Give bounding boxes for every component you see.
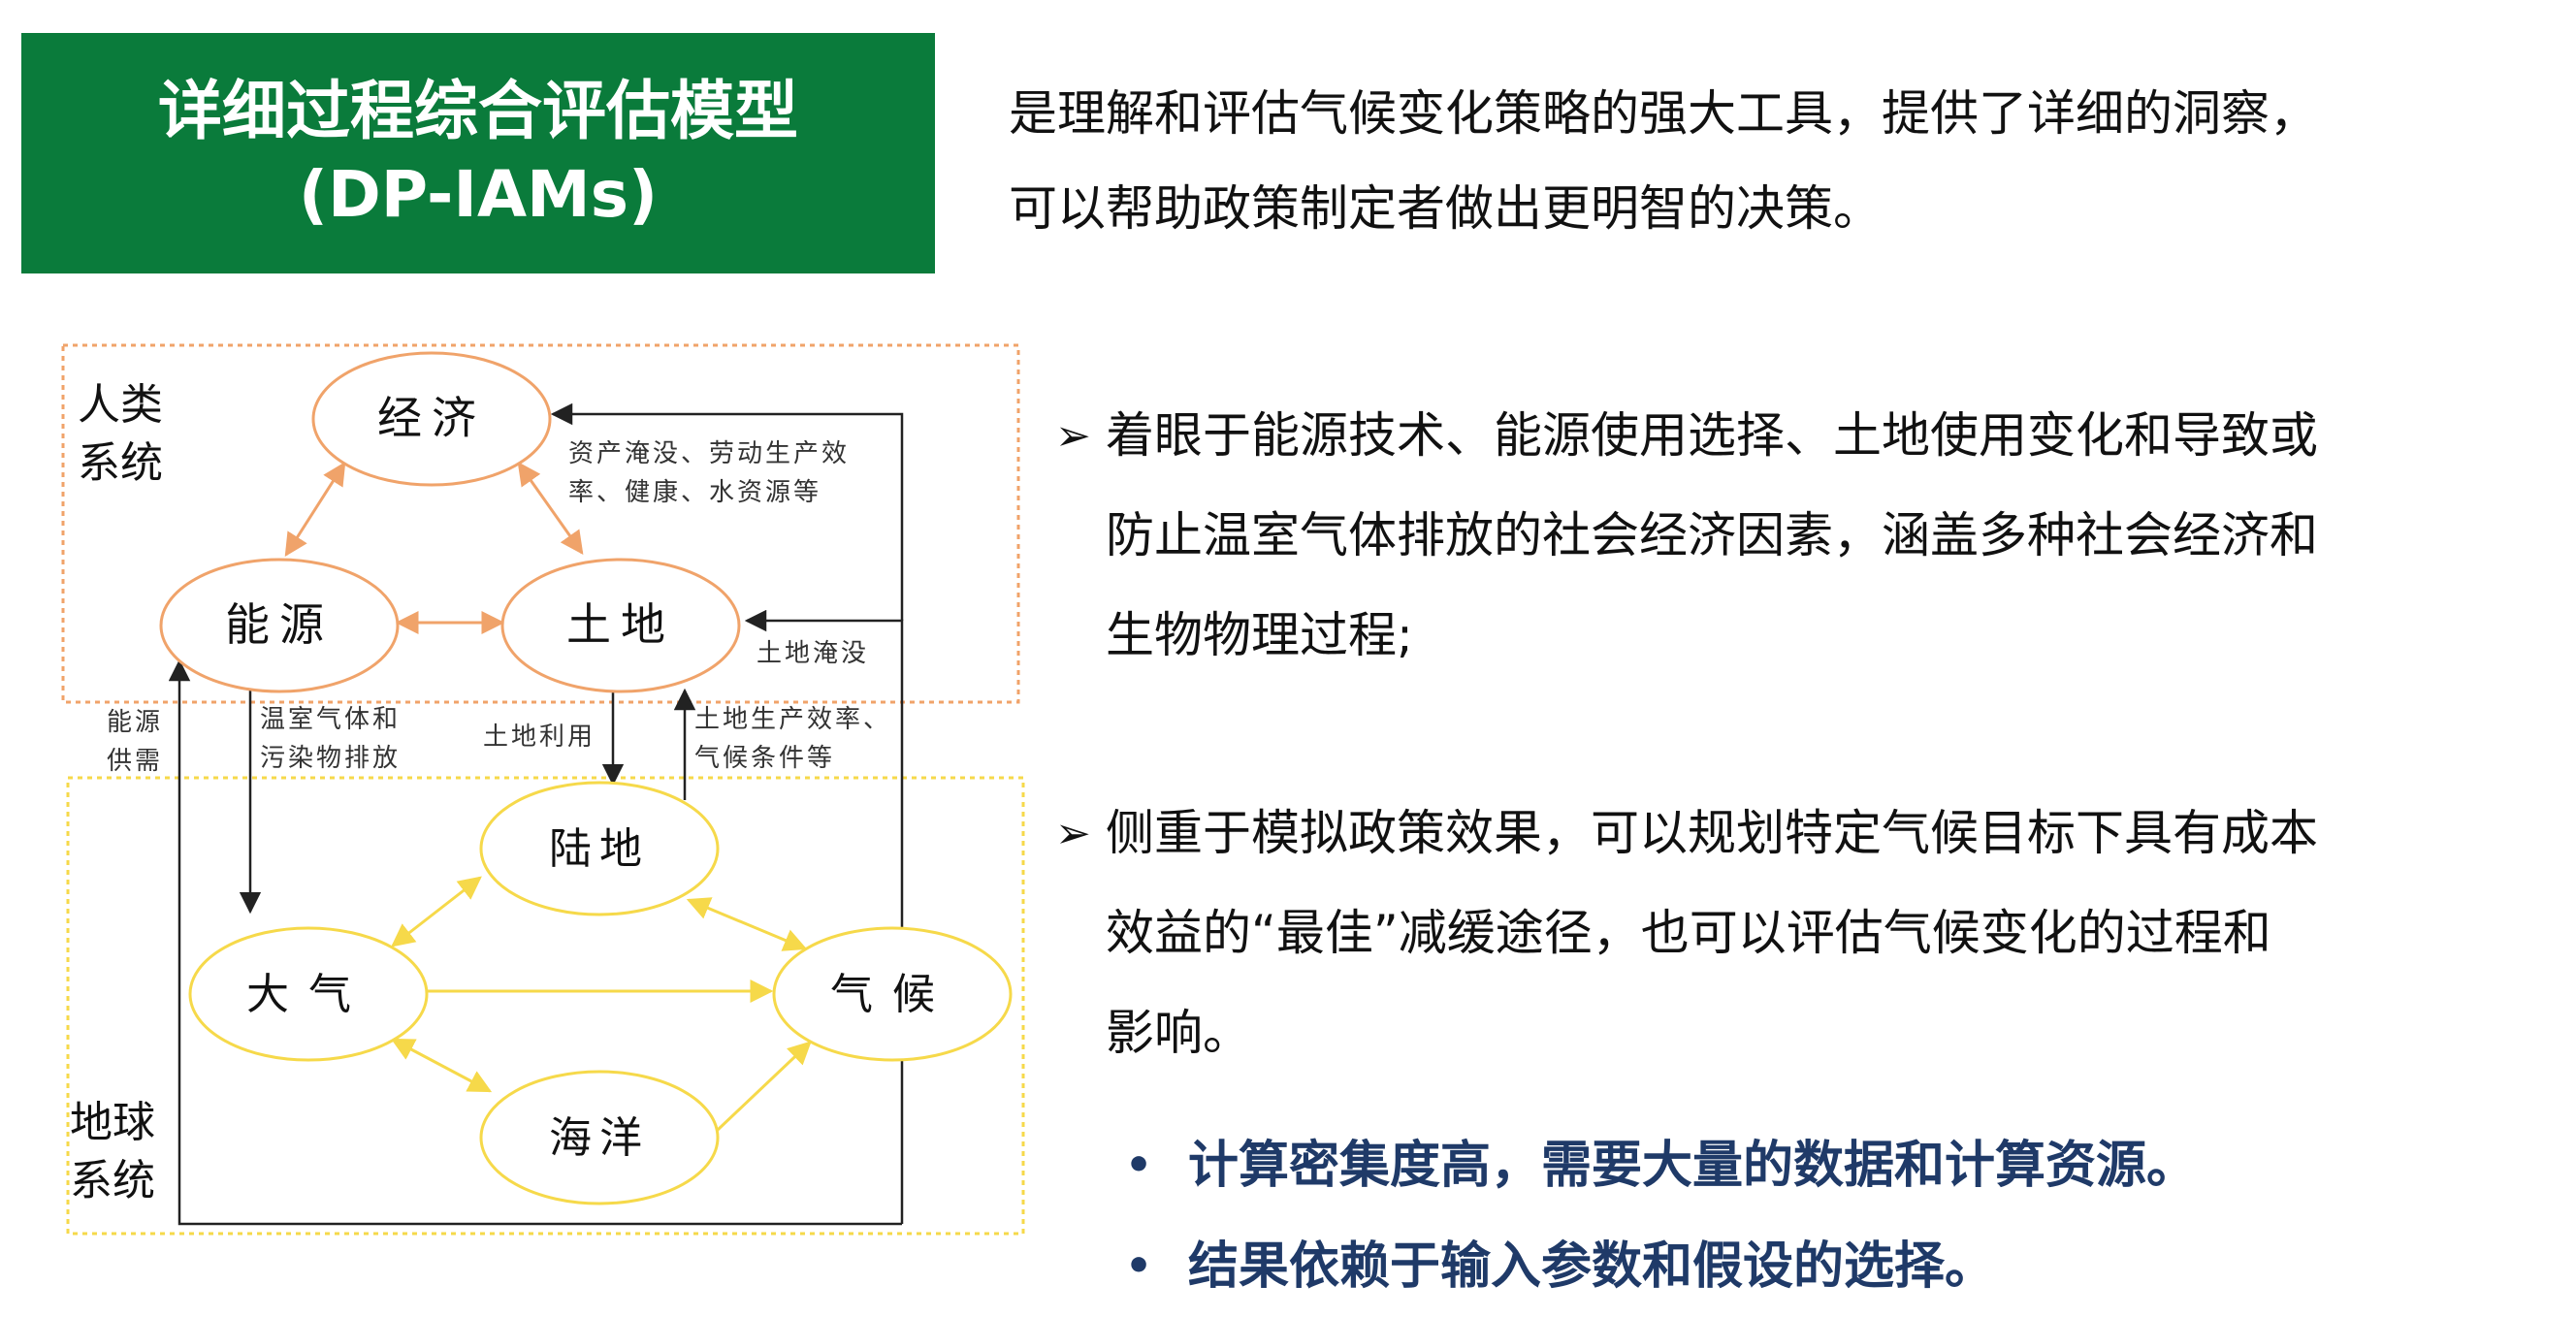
node-atmosphere-label: 大气 bbox=[246, 970, 370, 1019]
intro-text: 是理解和评估气候变化策略的强大工具，提供了详细的洞察， 可以帮助政策制定者做出更… bbox=[1009, 66, 2551, 256]
annotation-ghg-2: 污染物排放 bbox=[260, 744, 401, 773]
node-economy-label: 经济 bbox=[377, 392, 486, 444]
intro-line-2: 可以帮助政策制定者做出更明智的决策。 bbox=[1009, 180, 1882, 237]
key-point-2-text: 结果依赖于输入参数和假设的选择。 bbox=[1188, 1237, 1996, 1296]
bullet-2-line-1: 侧重于模拟政策效果，可以规划特定气候目标下具有成本 bbox=[1106, 805, 2318, 861]
annotation-land-productivity-2: 气候条件等 bbox=[694, 744, 835, 773]
annotation-land-flooding: 土地淹没 bbox=[757, 639, 869, 668]
arrow-bullet-icon: ➢ bbox=[1055, 809, 1091, 858]
annotation-energy-supply-1: 能源 bbox=[107, 708, 163, 737]
node-ocean-label: 海洋 bbox=[549, 1113, 650, 1163]
key-point-1: • 计算密集度高，需要大量的数据和计算资源。 bbox=[1125, 1115, 2197, 1216]
ocean-climate-arrow bbox=[716, 1041, 812, 1132]
key-point-1-text: 计算密集度高，需要大量的数据和计算资源。 bbox=[1188, 1137, 2198, 1195]
annotation-land-productivity-1: 土地生产效率、 bbox=[694, 705, 891, 734]
dot-bullet-icon: • bbox=[1125, 1140, 1153, 1190]
land-climate-arrow bbox=[686, 897, 808, 951]
bullet-1-line-3: 生物物理过程; bbox=[1106, 607, 1413, 663]
bullet-2-line-3: 影响。 bbox=[1106, 1005, 1251, 1061]
dot-bullet-icon: • bbox=[1125, 1241, 1153, 1291]
annotation-land-use: 土地利用 bbox=[483, 723, 596, 752]
node-land-label: 土地 bbox=[566, 598, 675, 651]
earth-system-label-1: 地球 bbox=[70, 1098, 155, 1147]
annotation-asset-loss-2: 率、健康、水资源等 bbox=[568, 478, 821, 507]
annotation-ghg-1: 温室气体和 bbox=[260, 705, 401, 734]
key-point-2: • 结果依赖于输入参数和假设的选择。 bbox=[1125, 1216, 2197, 1317]
bullet-2-line-2: 效益的“最佳”减缓途径，也可以评估气候变化的过程和 bbox=[1106, 905, 2271, 961]
arrow-bullet-icon: ➢ bbox=[1055, 411, 1091, 461]
atmosphere-ocean-arrow bbox=[390, 1038, 493, 1093]
intro-line-1: 是理解和评估气候变化策略的强大工具，提供了详细的洞察， bbox=[1009, 85, 2318, 142]
bullet-1-line-1: 着眼于能源技术、能源使用选择、土地使用变化和导致或 bbox=[1106, 407, 2318, 464]
economy-energy-arrow bbox=[284, 461, 346, 558]
node-energy-label: 能源 bbox=[225, 598, 334, 651]
key-points: • 计算密集度高，需要大量的数据和计算资源。 • 结果依赖于输入参数和假设的选择… bbox=[1125, 1115, 2197, 1317]
bullet-item-2: ➢ 侧重于模拟政策效果，可以规划特定气候目标下具有成本 效益的“最佳”减缓途径，… bbox=[1055, 784, 2318, 1083]
node-climate-label: 气候 bbox=[830, 970, 954, 1019]
land-atmosphere-arrow bbox=[391, 876, 482, 948]
bullet-1-line-2: 防止温室气体排放的社会经济因素，涵盖多种社会经济和 bbox=[1106, 507, 2318, 563]
annotation-asset-loss-1: 资产淹没、劳动生产效 bbox=[568, 439, 850, 468]
economy-land-arrow bbox=[517, 462, 584, 555]
earth-system-label-2: 系统 bbox=[70, 1156, 155, 1205]
node-land-surface-label: 陆地 bbox=[549, 824, 650, 874]
bullet-item-1: ➢ 着眼于能源技术、能源使用选择、土地使用变化和导致或 防止温室气体排放的社会经… bbox=[1055, 386, 2318, 686]
human-system-label-2: 系统 bbox=[78, 438, 163, 488]
annotation-energy-supply-2: 供需 bbox=[107, 747, 163, 776]
human-system-label-1: 人类 bbox=[78, 380, 163, 430]
dp-iam-diagram: 人类 系统 地球 系统 经济 能源 土地 陆地 大气 气候 海洋 资产淹没、劳动… bbox=[61, 343, 1025, 1236]
